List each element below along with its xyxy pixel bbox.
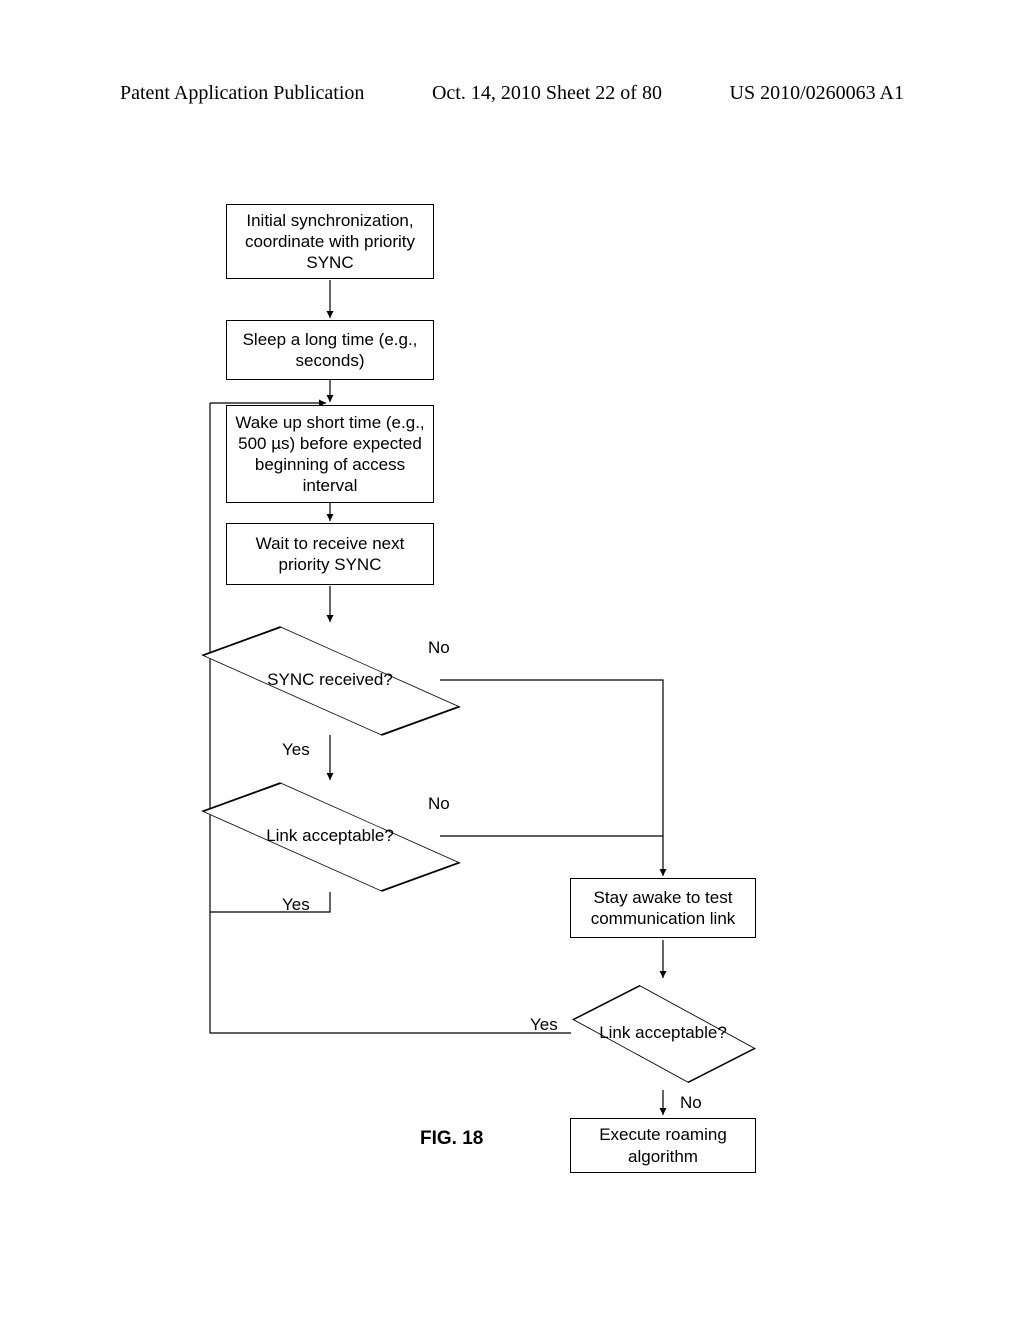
edge-link2-no: No: [680, 1093, 702, 1113]
header-center: Oct. 14, 2010 Sheet 22 of 80: [432, 82, 662, 105]
edge-link1-no: No: [428, 794, 450, 814]
page: Patent Application Publication Oct. 14, …: [0, 0, 1024, 1320]
edge-sync-yes: Yes: [282, 740, 310, 760]
decision-link-acceptable-1-shape: [201, 782, 461, 891]
figure-label: FIG. 18: [420, 1128, 483, 1150]
header-left: Patent Application Publication: [120, 82, 364, 105]
edge-link2-yes: Yes: [530, 1015, 558, 1035]
box-wait: Wait to receive next priority SYNC: [226, 523, 434, 585]
header-right: US 2010/0260063 A1: [730, 82, 904, 105]
decision-sync-received-shape: [201, 626, 461, 735]
edge-sync-no: No: [428, 638, 450, 658]
box-sleep: Sleep a long time (e.g., seconds): [226, 320, 434, 380]
decision-link-acceptable-2-shape: [572, 985, 756, 1083]
flow-arrows: [0, 0, 1024, 1320]
box-stay-awake: Stay awake to test communication link: [570, 878, 756, 938]
box-initial-sync: Initial synchronization, coordinate with…: [226, 204, 434, 279]
box-wake-text: Wake up short time (e.g., 500 µs) before…: [233, 412, 427, 497]
box-wake: Wake up short time (e.g., 500 µs) before…: [226, 405, 434, 503]
box-roaming: Execute roaming algorithm: [570, 1118, 756, 1173]
page-header: Patent Application Publication Oct. 14, …: [120, 82, 904, 105]
edge-link1-yes: Yes: [282, 895, 310, 915]
